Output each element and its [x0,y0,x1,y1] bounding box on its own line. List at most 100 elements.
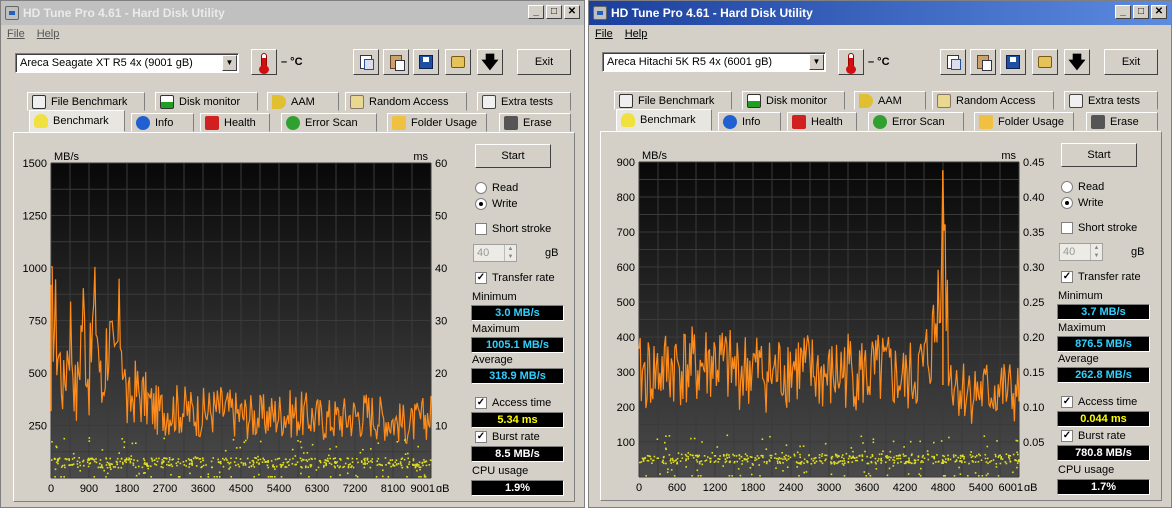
maximize-button[interactable]: □ [546,5,562,19]
tab-label: Folder Usage [411,116,478,129]
tab-disk-monitor[interactable]: Disk monitor [742,91,845,110]
tab-info[interactable]: Info [718,112,781,131]
access-time-point [1004,461,1007,463]
save-button[interactable] [1000,49,1026,75]
access-time-point [257,459,259,461]
x-tick-label: 9001 [411,483,435,492]
spinner-arrows-icon[interactable]: ▲ ▼ [1090,244,1102,260]
options-button[interactable] [445,49,471,75]
options-button[interactable] [1032,49,1058,75]
tab-error-scan[interactable]: Error Scan [281,113,377,132]
exit-button[interactable]: Exit [1104,49,1158,75]
access-time-point [668,435,671,437]
tab-random-access[interactable]: Random Access [345,92,467,111]
menu-help[interactable]: Help [625,28,648,40]
access-time-point [665,435,667,437]
close-button[interactable]: ✕ [1151,5,1167,19]
access-time-point [403,458,406,461]
drive-select[interactable]: Areca Hitachi 5K R5 4x (6001 gB) ▼ [602,52,826,72]
burst-rate-checkbox[interactable]: ✓ Burst rate [475,431,540,443]
access-time-point [259,458,262,461]
tab-random-access[interactable]: Random Access [932,91,1054,110]
read-radio[interactable]: Read [1061,181,1104,193]
access-time-point [335,445,338,448]
tab-aam[interactable]: AAM [854,91,926,110]
access-time-point [659,473,661,475]
tab-folder-usage[interactable]: Folder Usage [387,113,487,132]
drive-select[interactable]: Areca Seagate XT R5 4x (9001 gB) ▼ [15,53,239,73]
write-radio[interactable]: Write [1061,197,1103,209]
tab-disk-monitor[interactable]: Disk monitor [155,92,258,111]
tab-extra-tests[interactable]: Extra tests [1064,91,1158,110]
paste-button[interactable] [970,49,996,75]
tab-folder-usage[interactable]: Folder Usage [974,112,1074,131]
tab-health[interactable]: Health [787,112,857,131]
short-stroke-checkbox[interactable]: Short stroke [475,223,551,235]
tab-file-benchmark[interactable]: File Benchmark [27,92,145,111]
title-bar[interactable]: HD Tune Pro 4.61 - Hard Disk Utility _ □… [1,1,584,25]
minimize-button[interactable]: _ [528,5,544,19]
chevron-down-icon[interactable]: ▼ [809,54,824,70]
tab-erase[interactable]: Erase [499,113,571,132]
write-radio[interactable]: Write [475,198,517,210]
tab-file-benchmark[interactable]: File Benchmark [614,91,732,110]
start-button[interactable]: Start [475,144,551,168]
menu-help[interactable]: Help [37,28,60,40]
close-button[interactable]: ✕ [564,5,580,19]
chevron-down-icon[interactable]: ▼ [222,55,237,71]
short-stroke-spinner[interactable]: 40 ▲ ▼ [473,244,517,262]
access-time-point [746,455,748,457]
start-button[interactable]: Start [1061,143,1137,167]
menu-file[interactable]: File [595,28,613,40]
write-label: Write [492,198,518,210]
download-button[interactable]: 🡇 [477,49,503,75]
read-radio[interactable]: Read [475,182,518,194]
tab-health[interactable]: Health [200,113,270,132]
tab-benchmark[interactable]: Benchmark [29,110,125,132]
burst-rate-checkbox[interactable]: ✓ Burst rate [1061,430,1126,442]
paste-button[interactable] [383,49,409,75]
access-time-checkbox[interactable]: ✓ Access time [1061,396,1137,408]
short-stroke-label: Short stroke [492,223,552,235]
access-time-point [393,465,396,467]
access-time-point [87,465,90,468]
access-time-point [395,463,398,465]
access-time-point [408,463,410,465]
access-time-point [370,448,372,450]
access-time-point [744,453,747,455]
folder-icon [392,115,406,130]
temperature-button[interactable] [838,49,864,75]
short-stroke-checkbox[interactable]: Short stroke [1061,222,1137,234]
access-time-point [697,475,700,477]
access-time-point [347,464,350,466]
copy-button[interactable] [353,49,379,75]
access-time-checkbox[interactable]: ✓ Access time [475,397,551,409]
spinner-arrows-icon[interactable]: ▲ ▼ [504,245,516,261]
short-stroke-spinner[interactable]: 40 ▲ ▼ [1059,243,1103,261]
tab-info[interactable]: Info [131,113,194,132]
tab-error-scan[interactable]: Error Scan [868,112,964,131]
title-bar[interactable]: HD Tune Pro 4.61 - Hard Disk Utility _ □… [589,1,1171,25]
copy-button[interactable] [940,49,966,75]
access-time-point [696,461,699,463]
tab-benchmark[interactable]: Benchmark [616,109,712,131]
access-time-point [994,453,997,456]
access-time-point [216,476,218,478]
exit-button[interactable]: Exit [517,49,571,75]
save-button[interactable] [413,49,439,75]
access-time-point [130,455,133,457]
temperature-button[interactable] [251,49,277,75]
tab-aam[interactable]: AAM [267,92,339,111]
transfer-rate-checkbox[interactable]: ✓ Transfer rate [1061,271,1141,283]
transfer-rate-checkbox[interactable]: ✓ Transfer rate [475,272,555,284]
maximize-button[interactable]: □ [1133,5,1149,19]
download-button[interactable]: 🡇 [1064,49,1090,75]
access-time-point [818,454,821,456]
access-time-point [992,459,995,461]
menu-file[interactable]: File [7,28,25,40]
access-time-point [861,454,864,456]
tab-erase[interactable]: Erase [1086,112,1158,131]
access-time-point [144,462,146,464]
tab-extra-tests[interactable]: Extra tests [477,92,571,111]
minimize-button[interactable]: _ [1115,5,1131,19]
